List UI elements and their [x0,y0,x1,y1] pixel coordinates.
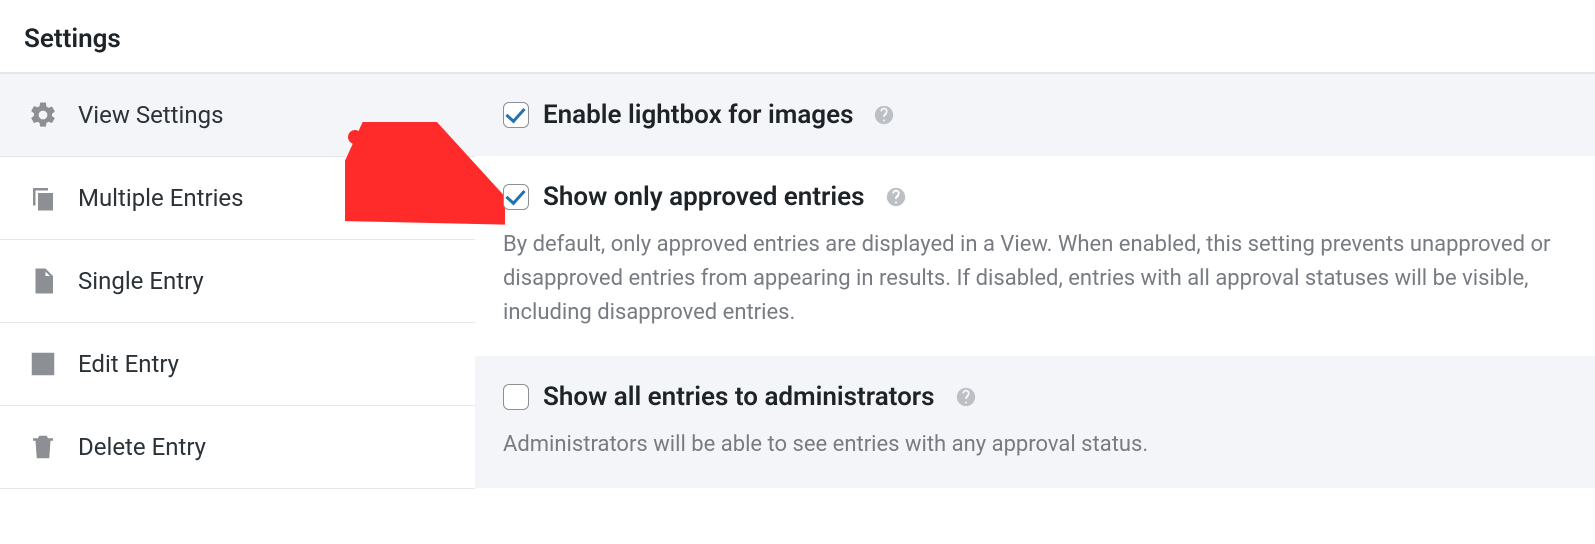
settings-layout: View Settings Multiple Entries Single En… [0,72,1595,489]
checkbox-approved[interactable] [503,184,529,210]
setting-label: Show only approved entries [543,182,865,212]
sidebar-item-view-settings[interactable]: View Settings [0,74,475,157]
pencil-icon [28,349,58,379]
help-icon[interactable] [885,186,907,208]
sidebar-item-multiple-entries[interactable]: Multiple Entries [0,157,475,240]
setting-lightbox: Enable lightbox for images [475,74,1595,156]
sidebar-item-label: Edit Entry [78,350,179,378]
help-icon[interactable] [873,104,895,126]
sidebar-item-label: Single Entry [78,267,204,295]
sidebar-item-edit-entry[interactable]: Edit Entry [0,323,475,406]
file-icon [28,266,58,296]
settings-header: Settings [0,0,1595,72]
checkbox-admins[interactable] [503,384,529,410]
sidebar: View Settings Multiple Entries Single En… [0,74,475,489]
trash-icon [28,432,58,462]
sidebar-item-label: View Settings [78,101,223,129]
setting-desc: Administrators will be able to see entri… [503,428,1567,462]
setting-desc: By default, only approved entries are di… [503,228,1567,330]
checkbox-lightbox[interactable] [503,102,529,128]
sidebar-item-label: Delete Entry [78,433,206,461]
setting-approved: Show only approved entries By default, o… [475,156,1595,356]
setting-admins: Show all entries to administrators Admin… [475,356,1595,488]
setting-label: Show all entries to administrators [543,382,935,412]
help-icon[interactable] [955,386,977,408]
sidebar-item-delete-entry[interactable]: Delete Entry [0,406,475,489]
sidebar-item-single-entry[interactable]: Single Entry [0,240,475,323]
gear-icon [28,100,58,130]
setting-label: Enable lightbox for images [543,100,853,130]
copy-icon [28,183,58,213]
content-area: Enable lightbox for images Show only app… [475,74,1595,489]
sidebar-item-label: Multiple Entries [78,184,244,212]
